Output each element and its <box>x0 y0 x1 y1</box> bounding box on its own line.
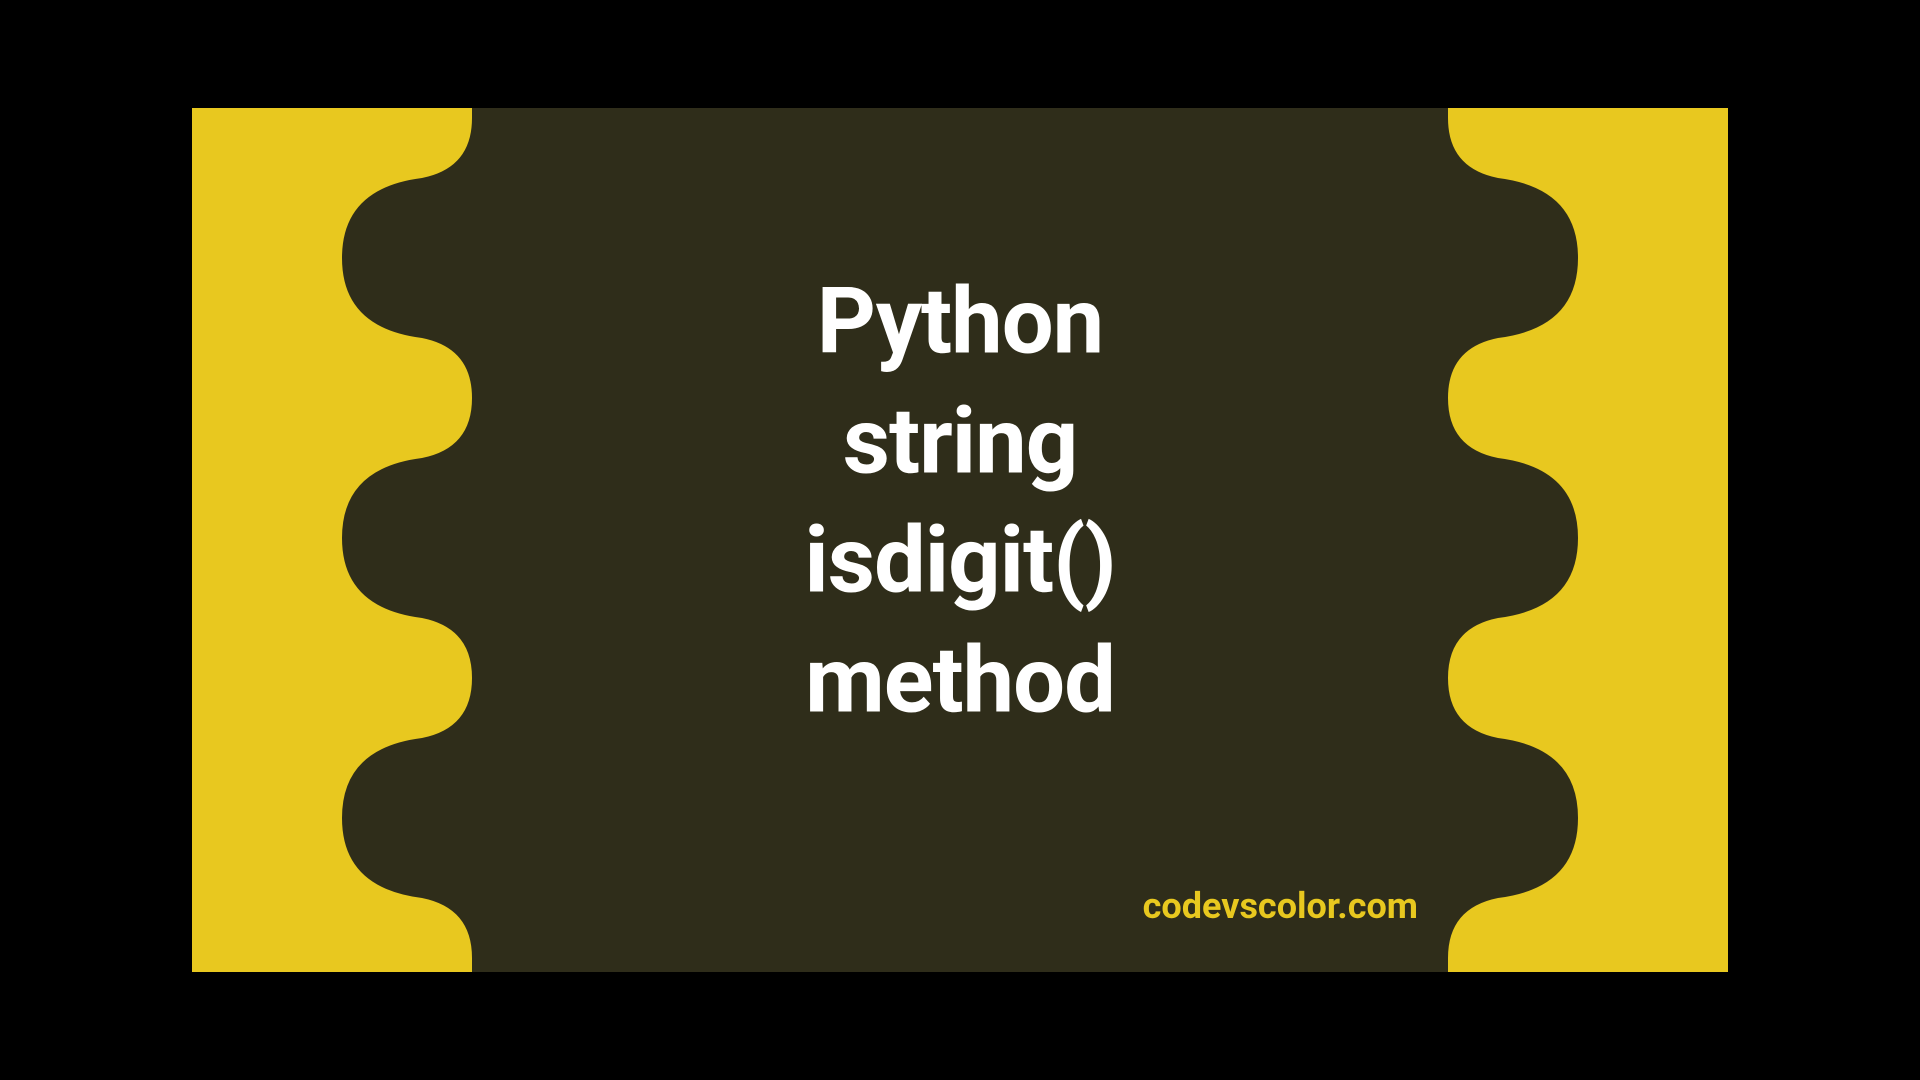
title-line-1: Python <box>804 263 1115 383</box>
banner-title: Python string isdigit() method <box>804 263 1115 741</box>
banner-canvas: Python string isdigit() method codevscol… <box>192 108 1728 972</box>
title-container: Python string isdigit() method <box>804 263 1115 741</box>
watermark-text: codevscolor.com <box>1143 885 1418 927</box>
title-line-2: string <box>804 382 1115 502</box>
title-line-4: method <box>804 621 1115 741</box>
title-line-3: isdigit() <box>804 502 1115 622</box>
